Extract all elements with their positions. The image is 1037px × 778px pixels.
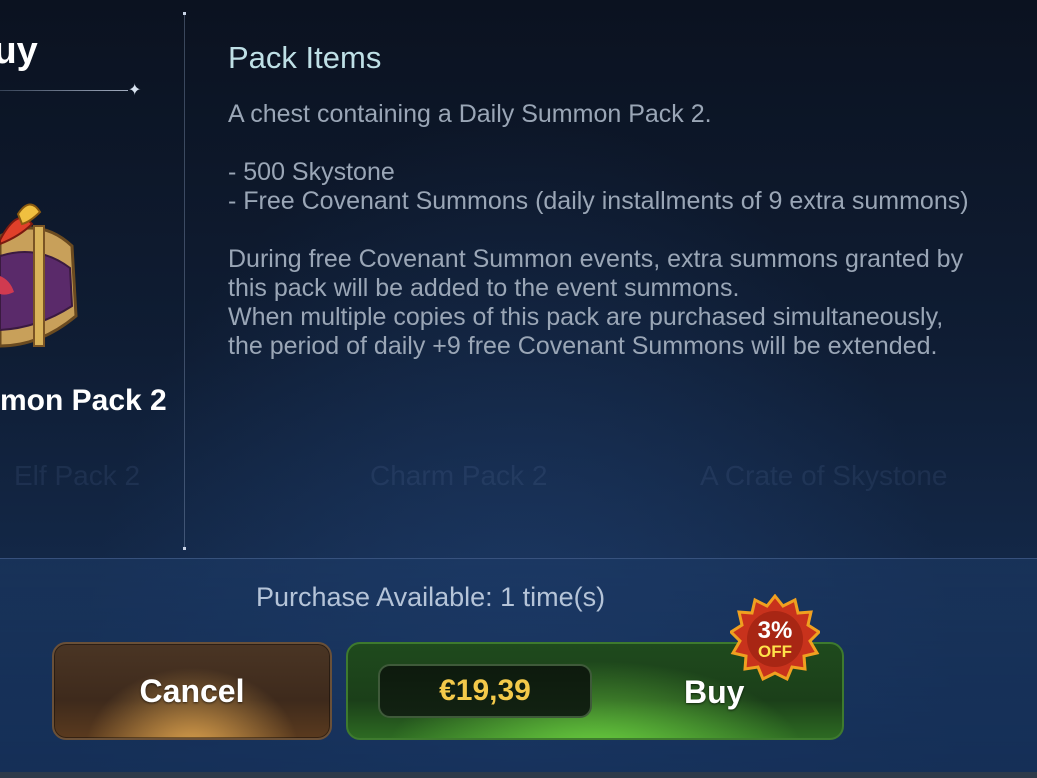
pack-items-description: A chest containing a Daily Summon Pack 2… — [228, 100, 1028, 361]
description-line: When multiple copies of this pack are pu… — [228, 303, 944, 331]
discount-off: OFF — [758, 641, 792, 661]
background-pack-label: A Crate of Skystone — [700, 460, 948, 491]
description-line: During free Covenant Summon events, extr… — [228, 245, 964, 273]
panel-divider — [183, 12, 186, 550]
description-line: this pack will be added to the event sum… — [228, 274, 740, 302]
pack-items-heading: Pack Items — [228, 40, 382, 75]
cancel-button[interactable]: Cancel — [52, 642, 332, 740]
discount-badge: 3% OFF — [728, 593, 822, 684]
description-line: A chest containing a Daily Summon Pack 2… — [228, 100, 712, 128]
title-underline — [0, 90, 128, 91]
pack-name: mon Pack 2 — [0, 384, 167, 417]
chest-icon — [0, 203, 78, 348]
price-value: €19,39 — [439, 674, 531, 707]
screen-bottom-edge — [0, 772, 1037, 778]
background-pack-label: Charm Pack 2 — [370, 460, 548, 491]
purchase-available-text: Purchase Available: 1 time(s) — [256, 582, 606, 612]
sparkle-icon: ✦ — [128, 80, 142, 99]
discount-label: 3% OFF — [730, 594, 820, 684]
cancel-button-label: Cancel — [139, 672, 245, 709]
description-line: - 500 Skystone — [228, 158, 395, 186]
pack-items-panel: Pack Items A chest containing a Daily Su… — [228, 40, 1028, 361]
page-title: Buy — [0, 30, 38, 73]
price-tag: €19,39 — [378, 664, 592, 718]
discount-percent: 3% — [757, 616, 793, 644]
page-title-text: Buy — [0, 30, 38, 72]
pack-preview-panel: Buy ✦ mon Pack 2 — [0, 0, 184, 560]
description-line: the period of daily +9 free Covenant Sum… — [228, 332, 938, 360]
description-line: - Free Covenant Summons (daily installme… — [228, 187, 969, 215]
